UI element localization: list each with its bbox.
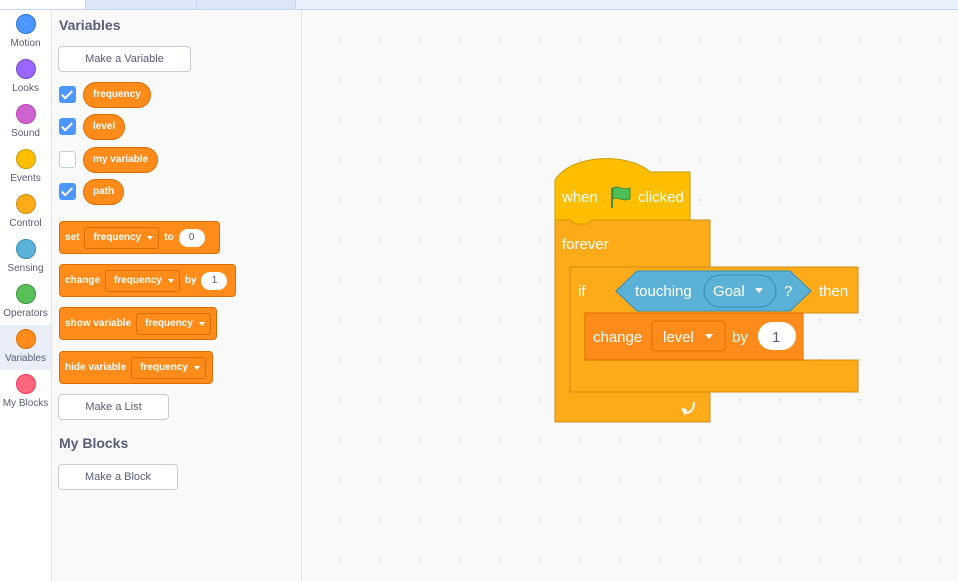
operators-dot-icon	[15, 284, 36, 304]
category-menu: Motion Looks Sound Events Control Sensin…	[0, 10, 52, 581]
value-input[interactable]: 0	[178, 228, 205, 247]
variable-dropdown[interactable]: frequency	[105, 269, 180, 292]
sound-dot-icon	[15, 104, 36, 124]
variable-dropdown[interactable]: frequency	[84, 226, 160, 249]
category-label: Motion	[10, 38, 41, 49]
then-text: then	[819, 283, 849, 300]
category-motion[interactable]: Motion	[0, 10, 51, 55]
costumes-tab[interactable]	[86, 0, 197, 9]
question-mark-text: ?	[784, 283, 793, 300]
variables-dot-icon	[15, 329, 36, 349]
dropdown-caret-icon	[198, 321, 205, 326]
variable-reporter-frequency[interactable]: frequency	[83, 82, 151, 108]
category-looks[interactable]: Looks	[0, 55, 51, 100]
category-label: Operators	[3, 308, 48, 319]
make-variable-button[interactable]: Make a Variable	[58, 46, 191, 72]
variable-reporter-level[interactable]: level	[83, 114, 126, 140]
dropdown-value: frequency	[93, 232, 142, 243]
category-label: Sensing	[7, 263, 44, 274]
variable-reporter-my-variable[interactable]: my variable	[83, 147, 159, 173]
change-amount-value: 1	[772, 329, 781, 346]
variable-dropdown[interactable]: frequency	[131, 356, 206, 379]
dropdown-value: frequency	[114, 275, 162, 286]
category-label: Variables	[5, 353, 46, 364]
category-operators[interactable]: Operators	[0, 280, 51, 325]
looks-dot-icon	[15, 59, 36, 79]
dropdown-value: frequency	[145, 318, 193, 329]
block-palette: Variables Make a Variable frequency leve…	[52, 10, 302, 581]
category-label: Control	[9, 218, 42, 229]
variable-checkbox-path[interactable]	[59, 183, 76, 200]
block-text: set	[65, 232, 80, 243]
category-label: My Blocks	[2, 398, 49, 409]
category-label: Sound	[11, 128, 40, 139]
dropdown-caret-icon	[147, 235, 154, 240]
when-text: when	[562, 189, 598, 206]
touching-text: touching	[635, 283, 692, 300]
show-variable-block[interactable]: show variable frequency	[59, 307, 217, 340]
block-text: by	[184, 275, 197, 286]
top-tab-bar	[0, 0, 958, 10]
make-block-button[interactable]: Make a Block	[58, 464, 178, 490]
code-workspace[interactable]: when clicked forever if touching Goal ? …	[302, 10, 958, 581]
code-tab[interactable]	[0, 0, 86, 9]
forever-text: forever	[562, 236, 609, 253]
variable-checkbox-level[interactable]	[59, 118, 76, 135]
block-text: to	[164, 232, 174, 243]
by-text: by	[732, 329, 748, 346]
change-variable-block[interactable]: change frequency by 1	[59, 264, 236, 297]
my-blocks-dot-icon	[15, 374, 36, 394]
motion-dot-icon	[15, 14, 36, 34]
set-variable-block[interactable]: set frequency to 0	[59, 221, 220, 254]
events-dot-icon	[15, 149, 36, 169]
sensing-dot-icon	[15, 239, 36, 259]
variable-dropdown[interactable]: frequency	[136, 312, 211, 335]
variable-checkbox-my-variable[interactable]	[59, 151, 76, 168]
category-label: Events	[10, 173, 41, 184]
level-value: level	[663, 329, 694, 346]
category-control[interactable]: Control	[0, 190, 51, 235]
block-text: hide variable	[65, 362, 127, 373]
category-my-blocks[interactable]: My Blocks	[0, 370, 51, 415]
variable-checkbox-frequency[interactable]	[59, 86, 76, 103]
control-dot-icon	[15, 194, 36, 214]
category-label: Looks	[12, 83, 39, 94]
category-sound[interactable]: Sound	[0, 100, 51, 145]
block-text: show variable	[65, 318, 132, 329]
if-text: if	[578, 283, 586, 300]
clicked-text: clicked	[638, 189, 684, 206]
change-text: change	[593, 329, 643, 346]
dropdown-caret-icon	[167, 278, 174, 283]
goal-value: Goal	[713, 283, 745, 300]
dropdown-value: frequency	[140, 362, 188, 373]
category-events[interactable]: Events	[0, 145, 51, 190]
make-list-button[interactable]: Make a List	[58, 394, 169, 420]
hide-variable-block[interactable]: hide variable frequency	[59, 351, 213, 384]
script-canvas	[554, 158, 859, 423]
block-text: change	[65, 275, 101, 286]
sounds-tab[interactable]	[197, 0, 296, 9]
my-blocks-heading: My Blocks	[59, 435, 129, 451]
variable-reporter-path[interactable]: path	[83, 179, 125, 205]
category-sensing[interactable]: Sensing	[0, 235, 51, 280]
dropdown-caret-icon	[193, 365, 200, 370]
value-input[interactable]: 1	[201, 271, 228, 290]
variables-heading: Variables	[59, 17, 121, 33]
category-variables[interactable]: Variables	[0, 325, 51, 370]
